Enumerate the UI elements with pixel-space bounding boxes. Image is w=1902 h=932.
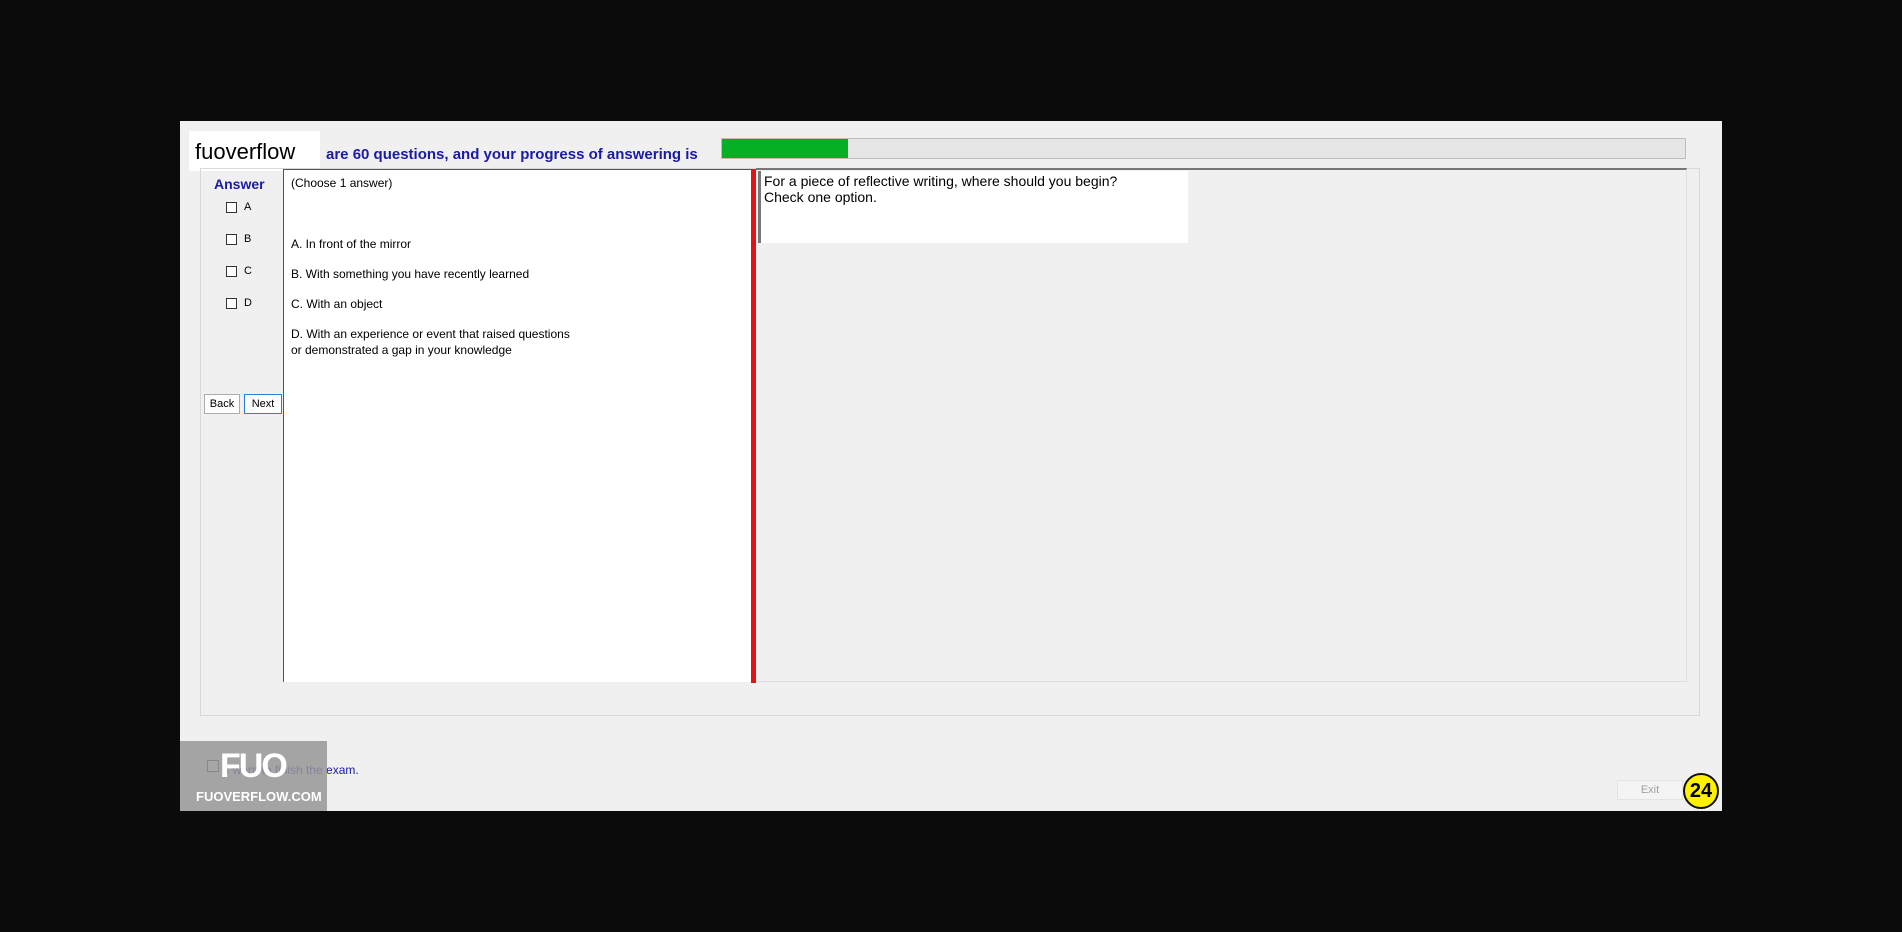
checkbox-b[interactable] [226,234,237,245]
progress-label: are 60 questions, and your progress of a… [326,146,698,163]
choice-c-text: C. With an object [291,297,383,311]
option-c-label: C [244,265,252,277]
prompt-box: For a piece of reflective writing, where… [758,171,1188,243]
checkbox-c[interactable] [226,266,237,277]
option-a-label: A [244,201,252,213]
prompt-panel: For a piece of reflective writing, where… [756,168,1687,682]
back-button[interactable]: Back [204,394,240,414]
question-number-badge: 24 [1683,773,1719,809]
question-panel: (Choose 1 answer) A. In front of the mir… [283,169,753,682]
logo-overlay: fuoverflow [189,131,320,171]
progress-bar [721,138,1686,159]
next-button[interactable]: Next [244,394,282,414]
option-b[interactable]: B [226,231,276,249]
checkbox-a[interactable] [226,202,237,213]
question-instruction: (Choose 1 answer) [291,176,393,190]
answer-label: Answer [214,176,265,192]
progress-bar-fill [722,139,849,158]
logo-text: fuoverflow [195,139,296,164]
exit-button[interactable]: Exit [1617,780,1683,800]
prompt-line-2: Check one option. [764,189,877,205]
watermark: FUO FUOVERFLOW.COM [180,741,327,811]
option-b-label: B [244,233,252,245]
choice-d-text-cont: or demonstrated a gap in your knowledge [291,343,512,357]
watermark-logo: FUO [220,747,288,785]
choice-b-text: B. With something you have recently lear… [291,267,530,281]
title-row: are 60 questions, and your progress of a… [180,121,1722,171]
option-c[interactable]: C [226,263,276,281]
option-d-label: D [244,297,252,309]
exam-window: are 60 questions, and your progress of a… [180,121,1722,811]
watermark-site: FUOVERFLOW.COM [196,789,322,804]
checkbox-d[interactable] [226,298,237,309]
choice-a-text: A. In front of the mirror [291,237,412,251]
option-a[interactable]: A [226,199,276,217]
prompt-line-1: For a piece of reflective writing, where… [764,173,1118,189]
option-d[interactable]: D [226,295,276,313]
choice-d-text: D. With an experience or event that rais… [291,327,570,341]
